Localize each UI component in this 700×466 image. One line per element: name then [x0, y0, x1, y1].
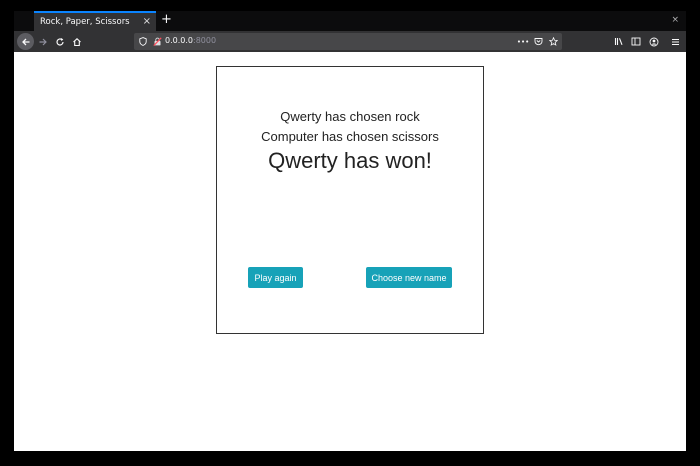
tab-rock-paper-scissors[interactable]: Rock, Paper, Scissors × [34, 11, 156, 31]
pocket-icon[interactable] [532, 33, 544, 50]
computer-choice-text: Computer has chosen scissors [261, 129, 439, 144]
player-choice-text: Qwerty has chosen rock [280, 109, 420, 124]
insecure-lock-icon[interactable] [151, 33, 163, 50]
tab-title: Rock, Paper, Scissors [40, 17, 130, 27]
new-tab-button[interactable]: + [161, 12, 172, 27]
navigation-toolbar: 0.0.0.0:8000 ••• [14, 31, 686, 52]
bookmark-star-icon[interactable] [547, 33, 559, 50]
home-button[interactable] [70, 31, 84, 52]
url-host: 0.0.0.0 [165, 36, 193, 45]
url-port: :8000 [193, 36, 217, 45]
sidebar-icon[interactable] [630, 31, 642, 52]
window-close-icon[interactable]: × [671, 15, 679, 25]
url-bar[interactable]: 0.0.0.0:8000 ••• [134, 33, 562, 50]
tab-close-icon[interactable]: × [143, 16, 151, 27]
url-text: 0.0.0.0:8000 [165, 36, 216, 45]
arrow-right-icon [39, 38, 47, 45]
page-actions-menu-icon[interactable]: ••• [517, 33, 529, 50]
choose-new-name-button[interactable]: Choose new name [366, 267, 452, 288]
reload-button[interactable] [53, 31, 67, 52]
account-icon[interactable] [648, 31, 660, 52]
reload-icon [56, 37, 64, 46]
home-icon [73, 37, 81, 46]
play-again-button[interactable]: Play again [248, 267, 303, 288]
shield-icon[interactable] [137, 33, 149, 50]
result-heading: Qwerty has won! [268, 148, 432, 173]
library-icon[interactable] [613, 31, 625, 52]
forward-button[interactable] [36, 31, 50, 52]
back-button[interactable] [17, 33, 34, 50]
tab-strip: Rock, Paper, Scissors × + × [14, 11, 686, 31]
hamburger-menu-icon[interactable] [669, 31, 681, 52]
arrow-left-icon [21, 38, 29, 45]
page-content: Qwerty has chosen rock Computer has chos… [14, 52, 686, 451]
game-result-card: Qwerty has chosen rock Computer has chos… [216, 66, 484, 334]
browser-window: Rock, Paper, Scissors × + × 0.0.0.0:8000… [14, 11, 686, 451]
